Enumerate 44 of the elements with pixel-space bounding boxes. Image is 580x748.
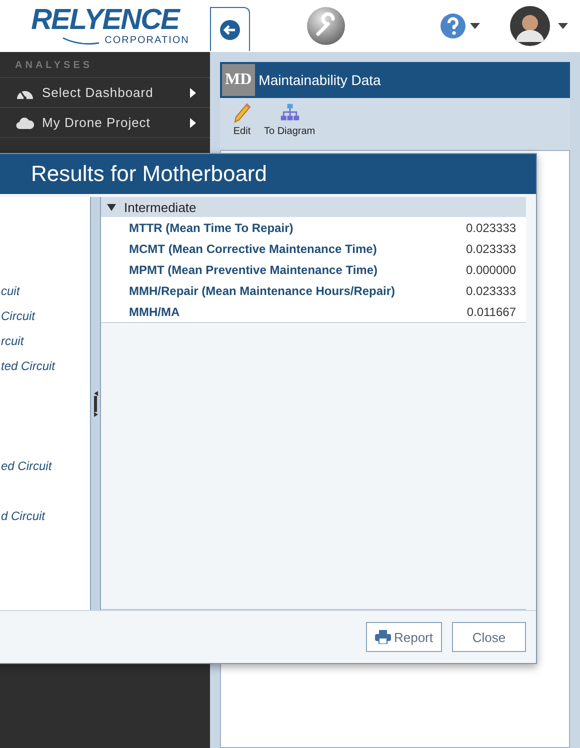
result-name: MPMT (Mean Preventive Maintenance Time) (129, 262, 379, 276)
logo-text: RELYENCE (31, 5, 179, 35)
group-header[interactable]: Intermediate (101, 197, 526, 217)
dialog-title: Results for Motherboard (0, 154, 536, 194)
help-menu-button[interactable] (440, 13, 480, 39)
module-badge: MD (222, 64, 255, 96)
tree-item[interactable]: Circuit (1, 308, 36, 322)
user-menu-button[interactable] (510, 6, 568, 46)
cloud-icon (16, 116, 34, 130)
result-name: MTTR (Mean Time To Repair) (129, 220, 294, 234)
result-name: MMH/Repair (Mean Maintenance Hours/Repair) (129, 284, 396, 298)
result-value: 0.023333 (466, 220, 516, 234)
tree-item[interactable]: ted Circuit (1, 358, 56, 372)
result-value: 0.023333 (466, 242, 516, 256)
sidebar-item[interactable]: Select Dashboard (0, 78, 210, 108)
splitter-handle[interactable] (91, 197, 101, 610)
avatar-icon (510, 6, 550, 46)
back-button[interactable] (210, 7, 250, 51)
pencil-icon (232, 102, 252, 124)
panel-title: Maintainability Data (258, 72, 381, 88)
toolbar-button[interactable]: Edit (232, 102, 252, 150)
logo-subtitle: CORPORATION (104, 35, 190, 47)
submenu-arrow-icon (190, 88, 196, 98)
result-name: MCMT (Mean Corrective Maintenance Time) (129, 242, 378, 256)
expand-triangle-icon (107, 204, 116, 210)
tree-item[interactable]: d Circuit (1, 508, 46, 522)
result-value: 0.011667 (466, 304, 516, 318)
caret-icon (470, 23, 480, 29)
help-icon (440, 13, 466, 39)
result-value: 0.000000 (466, 262, 516, 276)
toolbar-button[interactable]: To Diagram (264, 102, 316, 150)
tree-item[interactable]: rcuit (1, 334, 24, 348)
sidebar-item[interactable]: My Drone Project (0, 108, 210, 138)
tree-item[interactable]: cuit (1, 284, 20, 298)
submenu-arrow-icon (190, 118, 196, 128)
wrench-icon[interactable] (306, 6, 346, 46)
swoosh-icon (60, 37, 101, 45)
dialog-button[interactable]: Close (452, 622, 526, 652)
caret-icon (558, 23, 568, 29)
tree-item[interactable]: ed Circuit (1, 458, 52, 472)
result-name: MMH/MA (129, 304, 181, 318)
result-value: 0.023333 (466, 284, 516, 298)
printer-icon (374, 630, 391, 644)
dialog-button[interactable]: Report (366, 622, 442, 652)
